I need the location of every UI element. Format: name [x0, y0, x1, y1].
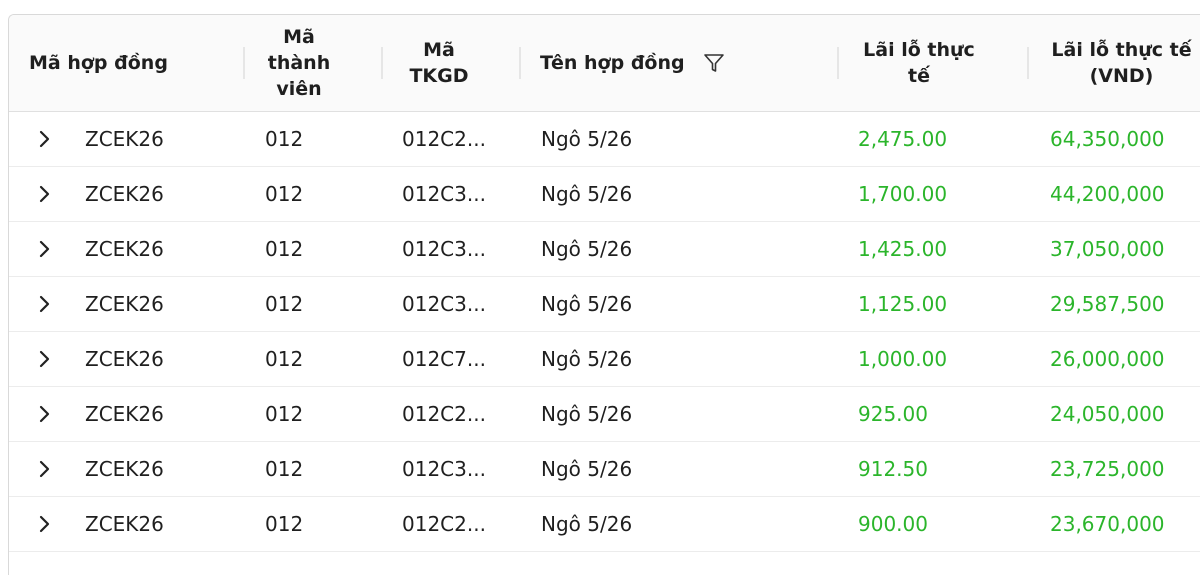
table-row[interactable]: ZCEK26 012 012C2... Ngô 5/26 2,475.00 64…: [9, 112, 1200, 167]
cell-actual-pl-vnd: 44,200,000: [1050, 182, 1165, 206]
cell-tkgd-code: 012C3...: [402, 457, 486, 481]
cell-member-code: 012: [265, 347, 304, 371]
table-row[interactable]: ZCEK26 012 012C2... Ngô 5/26 925.00 24,0…: [9, 387, 1200, 442]
table-row[interactable]: ZCEK26 012 012C3... Ngô 5/26 1,700.00 44…: [9, 167, 1200, 222]
cell-actual-pl: 2,475.00: [858, 127, 948, 151]
table-header: Mã hợp đồng Mã thành viên Mã TKGD Tên hợ…: [9, 15, 1200, 112]
header-contract-name[interactable]: Tên hợp đồng: [540, 15, 840, 111]
table-row[interactable]: ZCEK26 012 012C3... Ngô 5/26 1,125.00 29…: [9, 277, 1200, 332]
chevron-right-icon[interactable]: [33, 292, 57, 316]
header-member-code[interactable]: Mã thành viên: [249, 15, 349, 111]
cell-contract-code: ZCEK26: [85, 512, 164, 536]
cell-tkgd-code: 012C2...: [402, 402, 486, 426]
cell-tkgd-code: 012C3...: [402, 182, 486, 206]
cell-member-code: 012: [265, 402, 304, 426]
chevron-right-icon[interactable]: [33, 347, 57, 371]
header-tkgd-code-label: Mã TKGD: [409, 39, 469, 87]
cell-contract-code: ZCEK26: [85, 402, 164, 426]
filter-icon[interactable]: [703, 52, 725, 74]
cell-actual-pl: 1,700.00: [858, 182, 948, 206]
cell-member-code: 012: [265, 127, 304, 151]
column-resize-handle[interactable]: [381, 47, 383, 79]
cell-actual-pl: 1,425.00: [858, 237, 948, 261]
cell-tkgd-code: 012C7...: [402, 347, 486, 371]
cell-actual-pl-vnd: 64,350,000: [1050, 127, 1165, 151]
table-body: ZCEK26 012 012C2... Ngô 5/26 2,475.00 64…: [9, 112, 1200, 552]
header-member-code-label: Mã thành viên: [267, 26, 331, 100]
cell-contract-name: Ngô 5/26: [541, 237, 633, 261]
cell-actual-pl-vnd: 26,000,000: [1050, 347, 1165, 371]
cell-contract-code: ZCEK26: [85, 292, 164, 316]
header-actual-pl-vnd[interactable]: Lãi lỗ thực tế (VND): [1039, 15, 1200, 111]
table-row[interactable]: ZCEK26 012 012C3... Ngô 5/26 1,425.00 37…: [9, 222, 1200, 277]
chevron-right-icon[interactable]: [33, 127, 57, 151]
cell-contract-code: ZCEK26: [85, 127, 164, 151]
cell-member-code: 012: [265, 457, 304, 481]
cell-actual-pl-vnd: 23,670,000: [1050, 512, 1165, 536]
cell-member-code: 012: [265, 292, 304, 316]
cell-member-code: 012: [265, 237, 304, 261]
chevron-right-icon[interactable]: [33, 182, 57, 206]
cell-contract-name: Ngô 5/26: [541, 457, 633, 481]
cell-tkgd-code: 012C3...: [402, 292, 486, 316]
cell-contract-name: Ngô 5/26: [541, 512, 633, 536]
cell-contract-code: ZCEK26: [85, 457, 164, 481]
cell-actual-pl: 1,125.00: [858, 292, 948, 316]
cell-actual-pl-vnd: 24,050,000: [1050, 402, 1165, 426]
column-resize-handle[interactable]: [519, 47, 521, 79]
cell-actual-pl: 1,000.00: [858, 347, 948, 371]
header-contract-code-label: Mã hợp đồng: [29, 52, 168, 74]
chevron-right-icon[interactable]: [33, 402, 57, 426]
header-contract-code[interactable]: Mã hợp đồng: [29, 15, 249, 111]
header-actual-pl-vnd-label: Lãi lỗ thực tế (VND): [1051, 39, 1192, 87]
header-contract-name-label: Tên hợp đồng: [540, 52, 685, 74]
pnl-table: Mã hợp đồng Mã thành viên Mã TKGD Tên hợ…: [8, 14, 1200, 575]
chevron-right-icon[interactable]: [33, 457, 57, 481]
cell-actual-pl: 912.50: [858, 457, 928, 481]
cell-contract-name: Ngô 5/26: [541, 127, 633, 151]
chevron-right-icon[interactable]: [33, 512, 57, 536]
table-row[interactable]: ZCEK26 012 012C2... Ngô 5/26 900.00 23,6…: [9, 497, 1200, 552]
column-resize-handle[interactable]: [1027, 47, 1029, 79]
chevron-right-icon[interactable]: [33, 237, 57, 261]
cell-actual-pl-vnd: 29,587,500: [1050, 292, 1165, 316]
header-tkgd-code[interactable]: Mã TKGD: [384, 15, 494, 111]
cell-contract-code: ZCEK26: [85, 182, 164, 206]
column-resize-handle[interactable]: [243, 47, 245, 79]
cell-tkgd-code: 012C2...: [402, 512, 486, 536]
cell-member-code: 012: [265, 512, 304, 536]
cell-contract-name: Ngô 5/26: [541, 347, 633, 371]
table-row[interactable]: ZCEK26 012 012C7... Ngô 5/26 1,000.00 26…: [9, 332, 1200, 387]
cell-contract-name: Ngô 5/26: [541, 292, 633, 316]
cell-member-code: 012: [265, 182, 304, 206]
cell-actual-pl-vnd: 37,050,000: [1050, 237, 1165, 261]
cell-tkgd-code: 012C2...: [402, 127, 486, 151]
cell-contract-code: ZCEK26: [85, 347, 164, 371]
header-actual-pl[interactable]: Lãi lỗ thực tế: [839, 15, 999, 111]
cell-actual-pl: 925.00: [858, 402, 928, 426]
cell-contract-name: Ngô 5/26: [541, 402, 633, 426]
cell-actual-pl-vnd: 23,725,000: [1050, 457, 1165, 481]
cell-tkgd-code: 012C3...: [402, 237, 486, 261]
header-actual-pl-label: Lãi lỗ thực tế: [863, 39, 975, 87]
table-row[interactable]: ZCEK26 012 012C3... Ngô 5/26 912.50 23,7…: [9, 442, 1200, 497]
cell-actual-pl: 900.00: [858, 512, 928, 536]
cell-contract-code: ZCEK26: [85, 237, 164, 261]
cell-contract-name: Ngô 5/26: [541, 182, 633, 206]
